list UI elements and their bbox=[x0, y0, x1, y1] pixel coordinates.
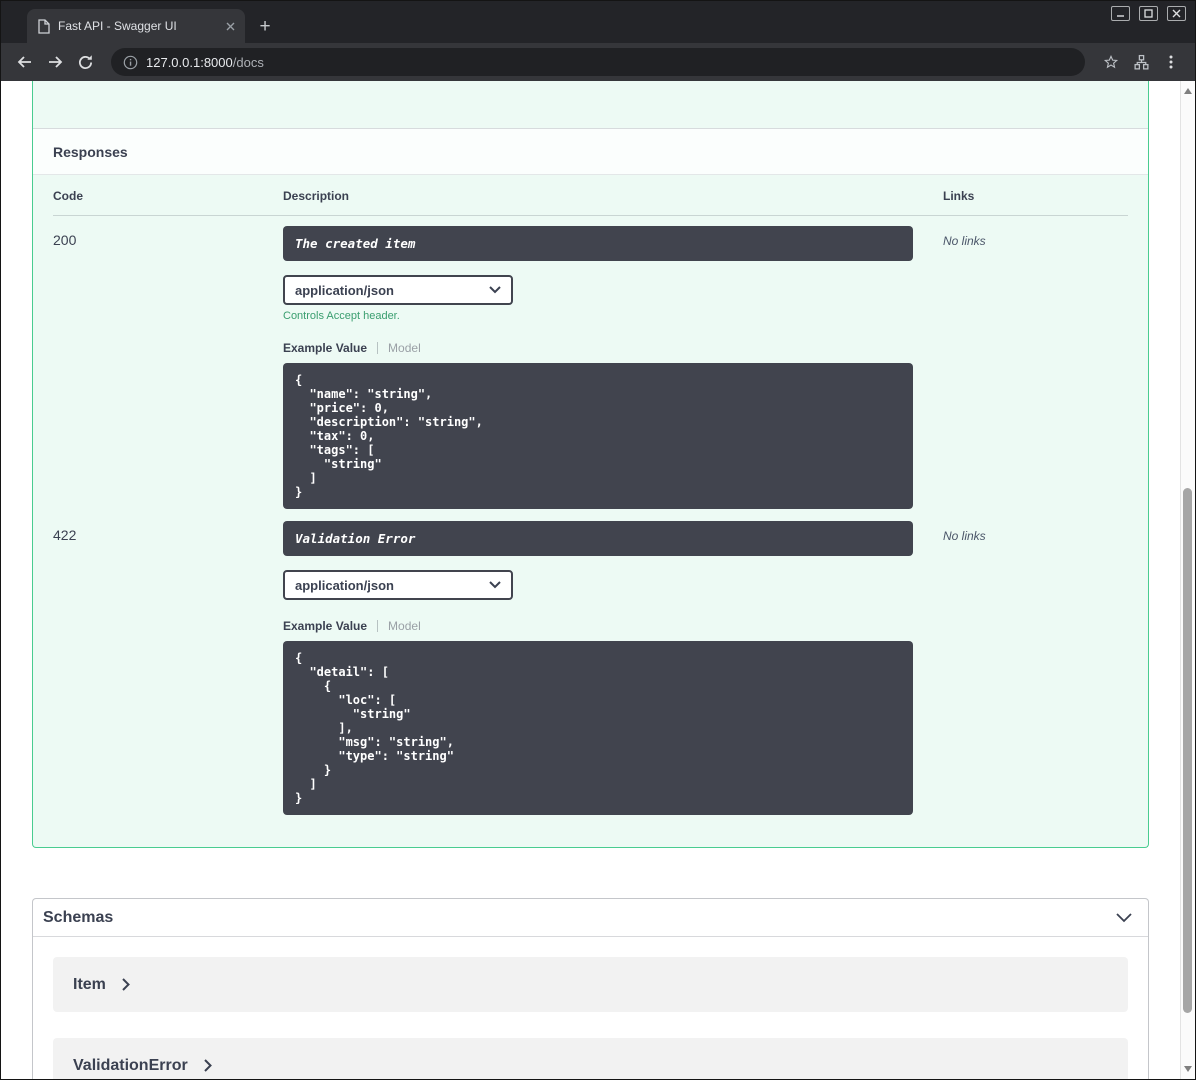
scroll-up-arrow-icon[interactable] bbox=[1184, 88, 1192, 94]
new-tab-button[interactable]: + bbox=[251, 12, 279, 40]
response-links: No links bbox=[943, 234, 986, 248]
media-type-value: application/json bbox=[295, 577, 394, 593]
example-model-tabs: Example Value Model bbox=[283, 341, 913, 355]
model-name: ValidationError bbox=[73, 1056, 188, 1074]
example-model-tabs: Example Value Model bbox=[283, 619, 913, 633]
minimize-button[interactable] bbox=[1111, 6, 1130, 21]
responses-table-header: Code Description Links bbox=[53, 175, 1128, 216]
reload-button[interactable] bbox=[71, 48, 99, 76]
browser-titlebar: Fast API - Swagger UI + bbox=[1, 1, 1195, 43]
bookmark-star-icon[interactable] bbox=[1097, 48, 1125, 76]
url-path: /docs bbox=[232, 54, 264, 70]
tab-example-value[interactable]: Example Value bbox=[283, 619, 367, 633]
media-type-select[interactable]: application/json bbox=[283, 275, 513, 305]
example-json-block: { "name": "string", "price": 0, "descrip… bbox=[283, 363, 913, 509]
chevron-down-icon bbox=[489, 286, 501, 294]
response-links: No links bbox=[943, 529, 986, 543]
schemas-title: Schemas bbox=[43, 908, 114, 926]
page-icon bbox=[37, 18, 50, 34]
media-type-value: application/json bbox=[295, 282, 394, 298]
tab-example-value[interactable]: Example Value bbox=[283, 341, 367, 355]
chevron-down-icon[interactable] bbox=[1116, 912, 1132, 923]
forward-button[interactable] bbox=[41, 48, 69, 76]
response-description: Validation Error bbox=[283, 521, 913, 556]
window-controls bbox=[1111, 6, 1186, 21]
tab-title: Fast API - Swagger UI bbox=[58, 19, 177, 33]
schemas-section: Schemas Item ValidationError bbox=[32, 898, 1149, 1079]
col-header-description: Description bbox=[283, 189, 350, 203]
scrollbar[interactable] bbox=[1180, 81, 1195, 1079]
tab-close-icon[interactable] bbox=[226, 22, 235, 31]
swagger-page: Responses Code Description Links 200 The… bbox=[1, 81, 1195, 1079]
responses-section: Responses Code Description Links 200 The… bbox=[32, 81, 1149, 848]
response-code: 200 bbox=[53, 232, 77, 248]
response-code: 422 bbox=[53, 527, 77, 543]
tab-divider bbox=[377, 342, 379, 354]
response-row-200: 200 The created item application/json Co… bbox=[53, 216, 1128, 521]
model-item[interactable]: Item bbox=[53, 957, 1128, 1012]
extensions-sitemap-icon[interactable] bbox=[1127, 48, 1155, 76]
response-description: The created item bbox=[283, 226, 913, 261]
close-button[interactable] bbox=[1167, 6, 1186, 21]
col-header-links: Links bbox=[943, 189, 975, 203]
address-bar[interactable]: 127.0.0.1:8000/docs bbox=[111, 48, 1085, 76]
browser-window: Fast API - Swagger UI + 127.0.0.1:8000/d… bbox=[0, 0, 1196, 1080]
chevron-right-icon bbox=[122, 978, 130, 991]
responses-header: Responses bbox=[33, 128, 1148, 175]
scroll-down-arrow-icon[interactable] bbox=[1184, 1066, 1192, 1072]
browser-tab[interactable]: Fast API - Swagger UI bbox=[27, 9, 245, 43]
example-json-block: { "detail": [ { "loc": [ "string" ], "ms… bbox=[283, 641, 913, 815]
model-validation-error[interactable]: ValidationError bbox=[53, 1038, 1128, 1079]
chevron-right-icon bbox=[203, 1059, 212, 1072]
back-button[interactable] bbox=[11, 48, 39, 76]
model-name: Item bbox=[73, 975, 106, 993]
tab-model[interactable]: Model bbox=[388, 341, 421, 355]
site-info-icon[interactable] bbox=[123, 55, 138, 70]
scrollbar-thumb[interactable] bbox=[1183, 488, 1192, 1013]
url-host: 127.0.0.1:8000 bbox=[146, 54, 233, 70]
browser-menu-icon[interactable] bbox=[1157, 48, 1185, 76]
browser-toolbar: 127.0.0.1:8000/docs bbox=[1, 43, 1195, 81]
schemas-header[interactable]: Schemas bbox=[33, 899, 1148, 937]
media-type-select[interactable]: application/json bbox=[283, 570, 513, 600]
tab-divider bbox=[377, 620, 379, 632]
accept-header-note: Controls Accept header. bbox=[283, 310, 400, 322]
col-header-code: Code bbox=[53, 189, 83, 203]
response-row-422: 422 Validation Error application/json Ex… bbox=[53, 521, 1128, 827]
responses-title: Responses bbox=[53, 143, 128, 160]
opblock-spacer bbox=[33, 81, 1148, 128]
maximize-button[interactable] bbox=[1139, 6, 1158, 21]
tab-model[interactable]: Model bbox=[388, 619, 421, 633]
chevron-down-icon bbox=[489, 581, 501, 589]
